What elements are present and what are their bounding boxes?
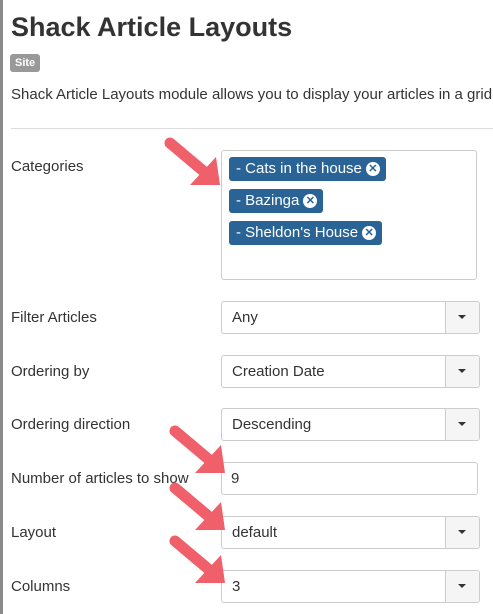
dropdown-button[interactable]	[445, 356, 479, 387]
annotation-arrow-icon	[169, 425, 225, 473]
window-left-edge	[0, 0, 3, 614]
caret-down-icon	[458, 530, 466, 534]
module-description: Shack Article Layouts module allows you …	[11, 86, 493, 103]
page-title: Shack Article Layouts	[11, 12, 293, 42]
annotation-arrow-icon	[169, 482, 225, 530]
number-of-articles-input[interactable]: 9	[221, 462, 478, 495]
category-tag[interactable]: - Cats in the house ✕	[229, 157, 386, 181]
ordering-direction-label: Ordering direction	[11, 416, 131, 433]
category-tag-label: - Bazinga	[236, 192, 300, 209]
remove-tag-icon[interactable]: ✕	[362, 226, 377, 240]
ordering-by-label: Ordering by	[11, 363, 90, 380]
layout-label: Layout	[11, 524, 57, 541]
dropdown-button[interactable]	[445, 302, 479, 333]
dropdown-button[interactable]	[445, 571, 479, 602]
ordering-by-value: Creation Date	[232, 363, 325, 380]
divider	[11, 128, 493, 129]
remove-tag-icon[interactable]: ✕	[365, 162, 380, 176]
caret-down-icon	[458, 315, 466, 319]
columns-select[interactable]: 3	[221, 570, 480, 603]
layout-select[interactable]: default	[221, 516, 480, 549]
remove-tag-icon[interactable]: ✕	[303, 194, 318, 208]
filter-articles-value: Any	[232, 309, 258, 326]
filter-articles-label: Filter Articles	[11, 309, 97, 326]
caret-down-icon	[458, 584, 466, 588]
category-tag[interactable]: - Bazinga ✕	[229, 189, 324, 213]
annotation-arrow-icon	[164, 137, 220, 185]
categories-label: Categories	[11, 158, 84, 175]
caret-down-icon	[458, 422, 466, 426]
category-tag[interactable]: - Sheldon's House ✕	[229, 221, 383, 245]
category-tag-label: - Cats in the house	[236, 160, 362, 177]
filter-articles-select[interactable]: Any	[221, 301, 480, 334]
ordering-by-select[interactable]: Creation Date	[221, 355, 480, 388]
annotation-arrow-icon	[169, 535, 225, 583]
number-of-articles-label: Number of articles to show	[11, 470, 189, 487]
columns-label: Columns	[11, 578, 71, 595]
layout-value: default	[232, 524, 278, 541]
caret-down-icon	[458, 369, 466, 373]
category-tag-label: - Sheldon's House	[236, 224, 359, 241]
ordering-direction-value: Descending	[232, 416, 312, 433]
site-badge: Site	[10, 54, 41, 72]
dropdown-button[interactable]	[445, 409, 479, 440]
ordering-direction-select[interactable]: Descending	[221, 408, 480, 441]
dropdown-button[interactable]	[445, 517, 479, 548]
categories-tag-input[interactable]: - Cats in the house ✕ - Bazinga ✕ - Sheldo…	[221, 150, 477, 280]
